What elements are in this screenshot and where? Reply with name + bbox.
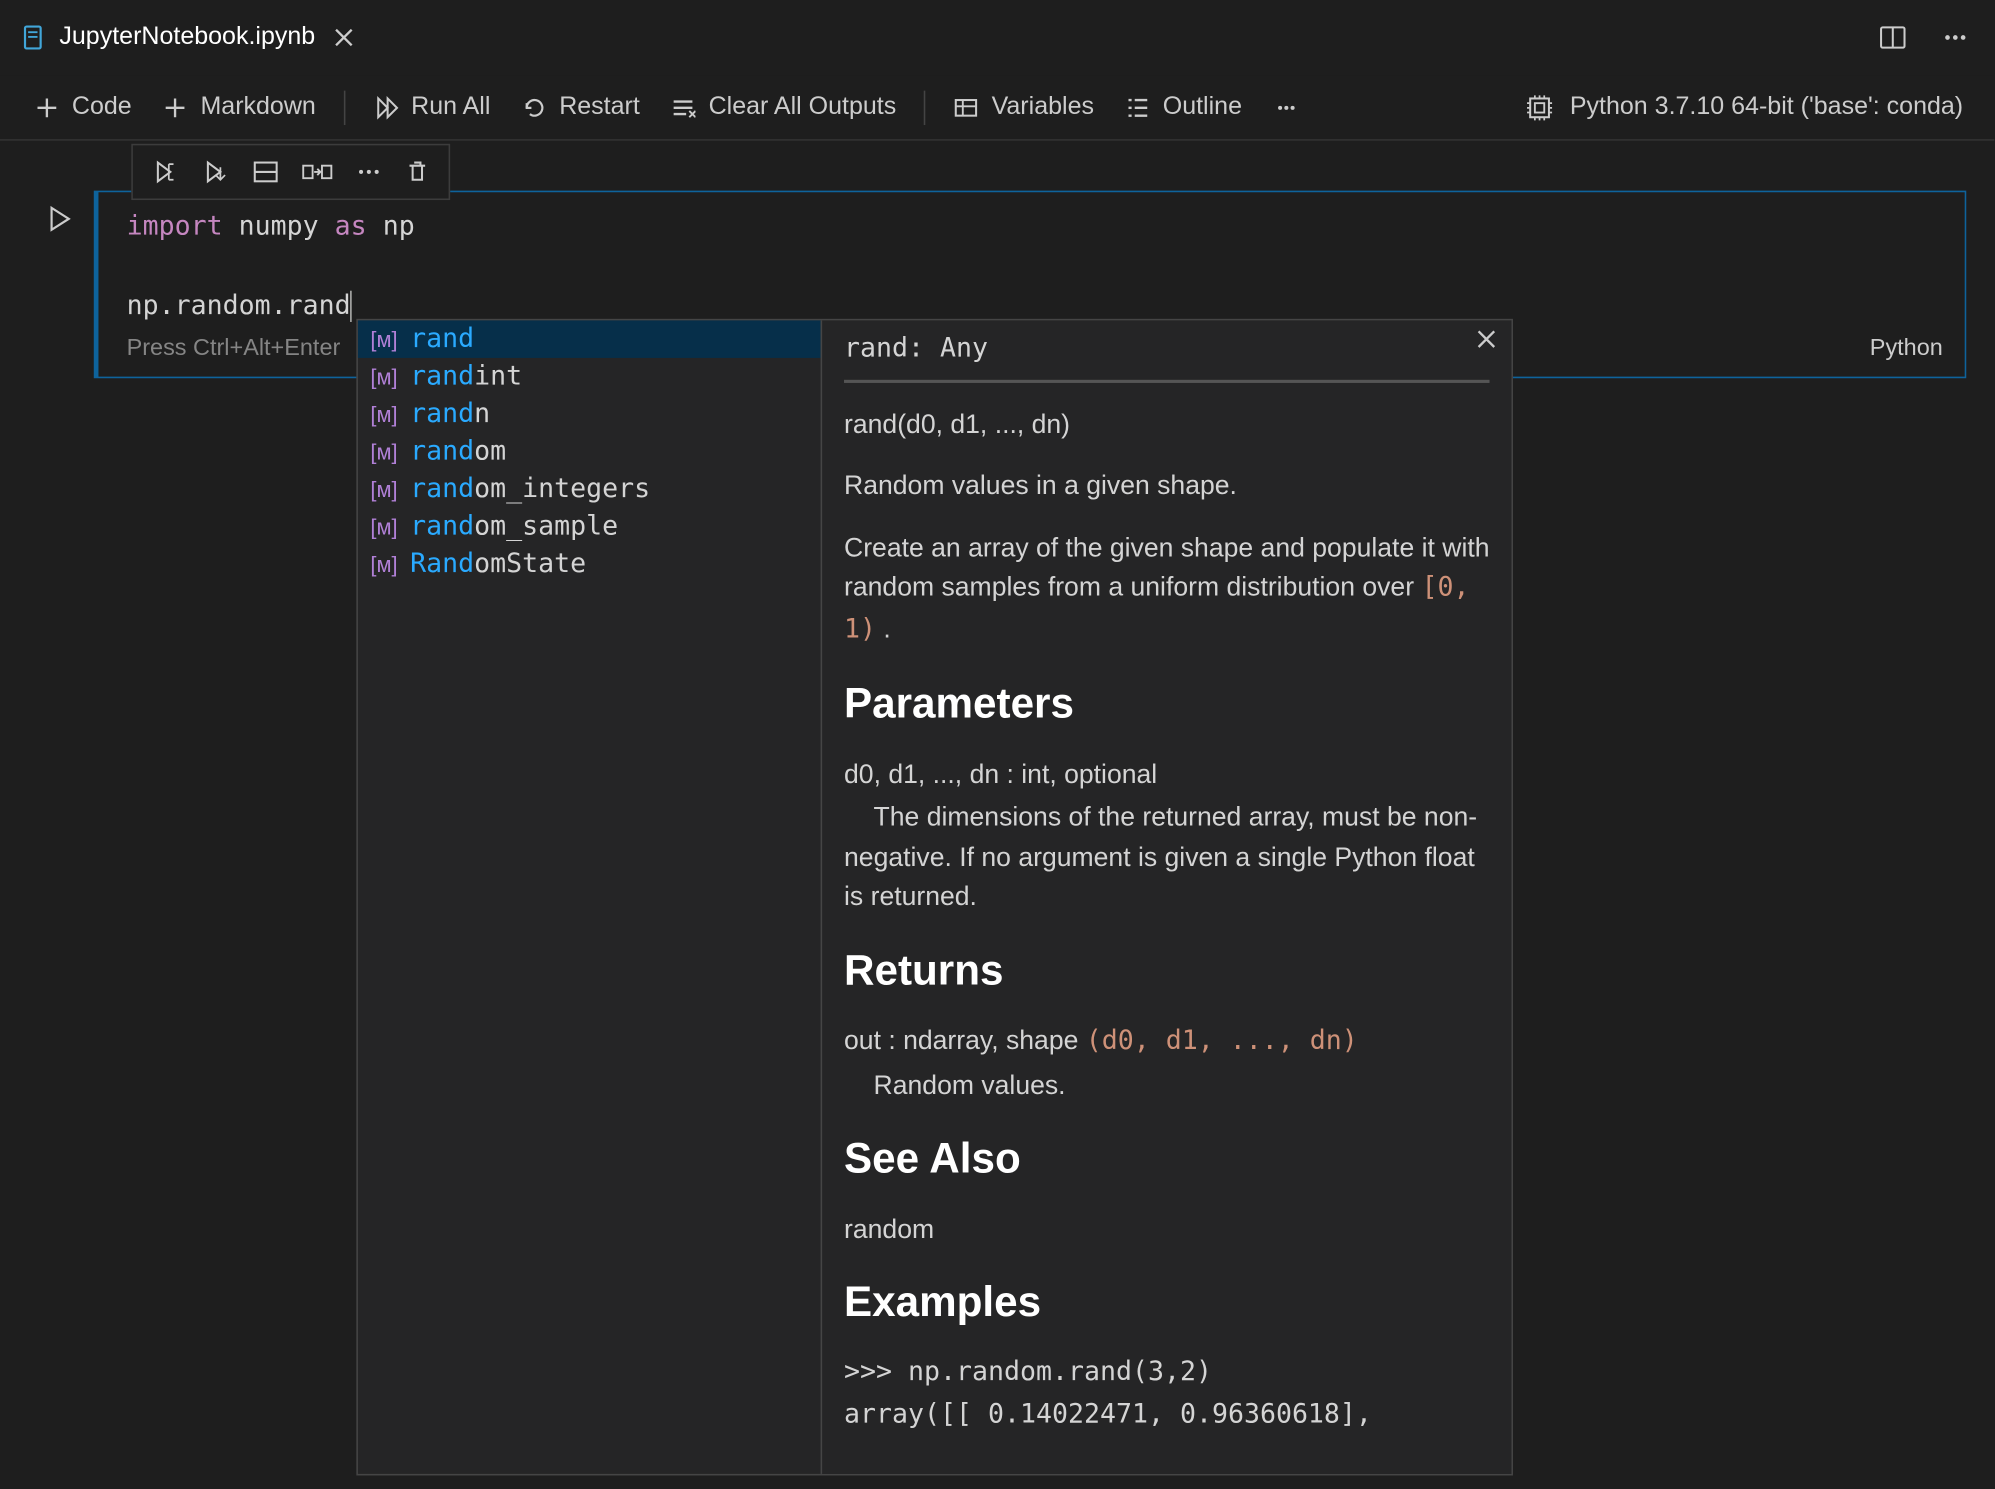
method-icon: [ᴍ]	[370, 514, 397, 539]
run-all-button[interactable]: Run All	[361, 87, 503, 128]
doc-summary: Random values in a given shape.	[844, 466, 1490, 506]
restart-icon	[522, 95, 547, 120]
doc-example-line: >>> np.random.rand(3,2)	[844, 1353, 1490, 1393]
add-markdown-button[interactable]: Markdown	[150, 87, 328, 128]
close-tab-icon[interactable]	[328, 21, 359, 52]
toolbar-markdown-label: Markdown	[200, 93, 315, 121]
toolbar-runall-label: Run All	[411, 93, 490, 121]
doc-signature: rand: Any	[844, 330, 1490, 382]
toolbar-variables-label: Variables	[992, 93, 1094, 121]
doc-heading-returns: Returns	[844, 939, 1490, 1002]
doc-params-desc: The dimensions of the returned array, mu…	[844, 797, 1490, 917]
doc-seealso: random	[844, 1209, 1490, 1249]
variables-button[interactable]: Variables	[942, 87, 1107, 128]
kernel-icon	[1526, 93, 1554, 121]
method-icon: [ᴍ]	[370, 327, 397, 352]
restart-button[interactable]: Restart	[509, 87, 652, 128]
suggestion-item[interactable]: [ᴍ] rand	[358, 320, 821, 358]
method-icon: [ᴍ]	[370, 552, 397, 577]
suggestion-list[interactable]: [ᴍ] rand [ᴍ] randint [ᴍ] randn [ᴍ] rando…	[358, 320, 821, 1473]
plus-icon	[34, 95, 59, 120]
split-editor-icon[interactable]	[1872, 16, 1913, 57]
toolbar-outline-label: Outline	[1163, 93, 1242, 121]
outline-button[interactable]: Outline	[1113, 87, 1255, 128]
tab-filename: JupyterNotebook.ipynb	[59, 23, 315, 51]
doc-heading-seealso: See Also	[844, 1127, 1490, 1190]
more-actions-icon[interactable]	[1935, 16, 1976, 57]
split-cell-icon[interactable]	[242, 152, 289, 193]
method-icon: [ᴍ]	[370, 364, 397, 389]
suggestion-item[interactable]: [ᴍ] random	[358, 433, 821, 471]
variables-icon	[954, 95, 979, 120]
toolbar-overflow-icon[interactable]	[1261, 88, 1311, 126]
intellisense-widget: [ᴍ] rand [ᴍ] randint [ᴍ] randn [ᴍ] rando…	[356, 319, 1513, 1475]
suggestion-documentation: rand: Any rand(d0, d1, ..., dn) Random v…	[821, 320, 1512, 1473]
plus-icon	[163, 95, 188, 120]
code-editor[interactable]: import numpy as np np.random.rand	[127, 208, 1943, 328]
notebook-toolbar: Code Markdown Run All Restart Clear All …	[0, 75, 1994, 141]
run-by-line-icon[interactable]	[142, 152, 189, 193]
cell-toolbar	[131, 144, 450, 200]
change-cell-type-icon[interactable]	[292, 152, 342, 193]
suggestion-item[interactable]: [ᴍ] random_integers	[358, 470, 821, 508]
doc-returns-desc: Random values.	[844, 1065, 1490, 1105]
text-cursor	[351, 291, 353, 322]
suggestion-item[interactable]: [ᴍ] randn	[358, 395, 821, 433]
doc-heading-examples: Examples	[844, 1271, 1490, 1334]
doc-description: Create an array of the given shape and p…	[844, 528, 1490, 651]
clear-all-button[interactable]: Clear All Outputs	[659, 87, 909, 128]
suggestion-item[interactable]: [ᴍ] randint	[358, 358, 821, 396]
toolbar-code-label: Code	[72, 93, 132, 121]
run-all-icon	[374, 95, 399, 120]
notebook-file-icon	[22, 24, 47, 49]
method-icon: [ᴍ]	[370, 477, 397, 502]
tabbar-actions	[1872, 16, 1994, 57]
clear-outputs-icon	[671, 95, 696, 120]
delete-cell-icon[interactable]	[395, 152, 439, 193]
cell-hint: Press Ctrl+Alt+Enter	[127, 334, 341, 361]
kernel-selector[interactable]: Python 3.7.10 64-bit ('base': conda)	[1526, 93, 1972, 121]
suggestion-item[interactable]: [ᴍ] RandomState	[358, 545, 821, 583]
doc-returns: out : ndarray, shape (d0, d1, ..., dn)	[844, 1021, 1490, 1062]
outline-icon	[1125, 95, 1150, 120]
doc-call: rand(d0, d1, ..., dn)	[844, 404, 1490, 444]
toolbar-separator	[344, 90, 346, 124]
tab-active[interactable]: JupyterNotebook.ipynb	[0, 0, 381, 73]
suggestion-item[interactable]: [ᴍ] random_sample	[358, 508, 821, 546]
toolbar-separator	[924, 90, 926, 124]
cell-more-icon[interactable]	[345, 152, 392, 193]
doc-example-line: array([[ 0.14022471, 0.96360618],	[844, 1396, 1490, 1436]
toolbar-restart-label: Restart	[559, 93, 640, 121]
kernel-label: Python 3.7.10 64-bit ('base': conda)	[1570, 93, 1963, 121]
cell-language-label[interactable]: Python	[1870, 334, 1943, 361]
method-icon: [ᴍ]	[370, 439, 397, 464]
run-cell-icon[interactable]	[45, 205, 73, 233]
doc-heading-parameters: Parameters	[844, 672, 1490, 735]
toolbar-clear-label: Clear All Outputs	[709, 93, 897, 121]
method-icon: [ᴍ]	[370, 402, 397, 427]
doc-params-signature: d0, d1, ..., dn : int, optional	[844, 754, 1490, 794]
close-doc-icon[interactable]	[1474, 327, 1499, 352]
doc-body: rand(d0, d1, ..., dn) Random values in a…	[844, 404, 1490, 1436]
tab-bar: JupyterNotebook.ipynb	[0, 0, 1994, 75]
execute-below-icon[interactable]	[192, 152, 239, 193]
add-code-button[interactable]: Code	[22, 87, 144, 128]
